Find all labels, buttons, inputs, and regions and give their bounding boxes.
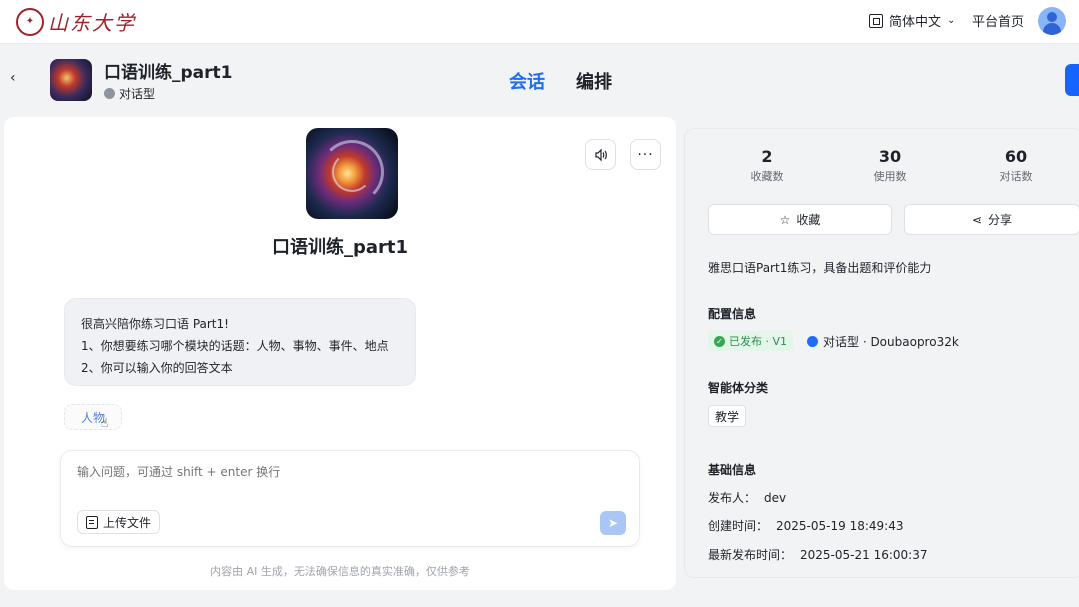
more-options-button[interactable]: ··· [630,139,661,170]
agent-avatar-large [306,128,398,219]
chat-panel: ··· 口语训练_part1 很高兴陪你练习口语 Part1! 1、你想要练习哪… [4,117,676,590]
chat-agent-title: 口语训练_part1 [271,237,409,258]
university-logo[interactable]: ✦ 山东大学 [16,7,136,36]
agent-thumbnail [50,59,92,101]
basic-section-title: 基础信息 [708,463,757,477]
agent-info-panel: 2 收藏数 30 使用数 60 对话数 ☆ 收藏 ⋖ 分享 雅思口语Part1练… [684,128,1079,578]
mode-tabs: 会话 编排 [509,68,612,94]
share-button[interactable]: ⋖ 分享 [904,204,1079,235]
publish-status-label: 已发布 · V1 [729,335,788,348]
send-button[interactable]: ➤ [600,511,626,535]
hand-cursor-icon: ☝ [101,416,109,430]
model-info-label: 对话型 · Doubaopro32k [823,335,959,349]
suggested-reply-chip[interactable]: 人物 [64,404,122,430]
chat-bubble-icon [807,336,818,347]
share-label: 分享 [988,213,1013,227]
message-line: 1、你想要练习哪个模块的话题：人物、事物、事件、地点 [81,339,389,353]
language-label: 简体中文 [889,15,942,30]
stat-value: 30 [878,147,902,166]
stat-label: 使用数 [873,170,907,183]
stat-favorites: 2 收藏数 [717,147,817,184]
favorite-label: 收藏 [796,213,821,227]
chat-type-icon [104,88,115,99]
agent-description: 雅思口语Part1练习，具备出题和评价能力 [708,261,932,275]
favorite-button[interactable]: ☆ 收藏 [708,204,892,235]
publisher-row: 发布人： dev [708,489,786,506]
ai-disclaimer: 内容由 AI 生成，无法确保信息的真实准确，仅供参考 [210,565,470,578]
send-icon: ➤ [607,516,619,530]
user-avatar[interactable] [1038,7,1066,35]
primary-action-button[interactable] [1065,64,1079,96]
star-icon: ☆ [779,212,791,227]
message-composer: 上传文件 ➤ [60,450,640,547]
created-time-row: 创建时间： 2025-05-19 18:49:43 [708,517,903,534]
back-icon[interactable]: ‹ [10,70,16,86]
document-icon [86,515,98,529]
category-tag: 教学 [708,405,747,427]
question-input[interactable] [77,465,617,479]
tab-orchestration[interactable]: 编排 [576,68,612,94]
agent-type: 对话型 [104,85,155,102]
agent-type-label: 对话型 [119,87,156,101]
voice-toggle-button[interactable] [585,139,616,170]
stat-label: 对话数 [999,170,1033,183]
latest-publish-row: 最新发布时间： 2025-05-21 16:00:37 [708,546,927,563]
stat-label: 收藏数 [750,170,784,183]
created-key: 创建时间： [708,519,769,533]
check-icon: ✓ [714,335,725,347]
share-icon: ⋖ [971,212,983,227]
speaker-icon [594,148,607,161]
top-navigation-bar: ✦ 山东大学 简体中文 ⌄ 平台首页 [0,0,1079,44]
publisher-value: dev [764,491,787,505]
stat-value: 60 [1004,147,1028,166]
publish-status-badge: ✓ 已发布 · V1 [708,331,794,351]
message-line: 2、你可以输入你的回答文本 [81,361,233,375]
stat-value: 2 [761,147,773,166]
logo-text: 山东大学 [48,11,136,35]
more-icon: ··· [637,146,654,163]
stat-conversations: 60 对话数 [966,147,1066,184]
category-section-title: 智能体分类 [708,381,769,395]
assistant-message: 很高兴陪你练习口语 Part1! 1、你想要练习哪个模块的话题：人物、事物、事件… [64,298,416,386]
language-selector[interactable]: 简体中文 ⌄ [869,11,955,30]
latest-value: 2025-05-21 16:00:37 [800,548,928,562]
message-line: 很高兴陪你练习口语 Part1! [81,317,229,331]
stat-uses: 30 使用数 [840,147,940,184]
chevron-down-icon: ⌄ [947,15,956,26]
config-section-title: 配置信息 [708,307,757,321]
agent-name: 口语训练_part1 [104,63,233,83]
model-info: 对话型 · Doubaopro32k [807,333,959,350]
language-icon [869,13,883,28]
created-value: 2025-05-19 18:49:43 [776,519,904,533]
latest-key: 最新发布时间： [708,548,793,562]
seal-icon: ✦ [16,7,44,36]
tab-chat[interactable]: 会话 [509,68,545,94]
publisher-key: 发布人： [708,491,757,505]
upload-label: 上传文件 [103,515,152,530]
upload-file-button[interactable]: 上传文件 [77,510,161,534]
platform-home-link[interactable]: 平台首页 [972,11,1024,30]
agent-header: ‹ 口语训练_part1 对话型 会话 编排 [0,44,1079,116]
